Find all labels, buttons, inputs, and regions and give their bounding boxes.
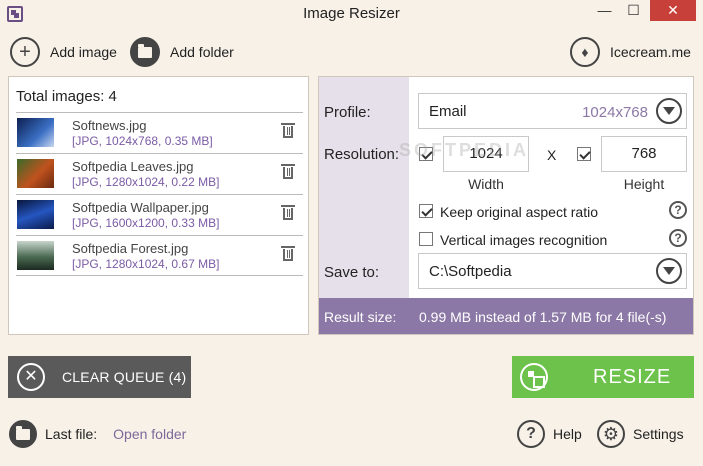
plus-icon: +: [10, 37, 40, 67]
trash-icon[interactable]: [281, 123, 295, 139]
thumbnail: [17, 118, 54, 147]
folder-icon: [9, 420, 37, 448]
add-folder-button[interactable]: Add folder: [130, 37, 234, 67]
height-label: Height: [623, 176, 665, 192]
resize-label: RESIZE: [593, 365, 672, 388]
app-window: Image Resizer — ☐ ✕ + Add image Add fold…: [0, 0, 703, 466]
profile-select[interactable]: Email 1024x768: [418, 93, 687, 129]
resolution-label: Resolution:: [324, 146, 400, 163]
gear-icon: ⚙: [597, 420, 625, 448]
open-folder-link[interactable]: Open folder: [113, 426, 186, 442]
file-list-panel: Total images: 4 Softnews.jpg [JPG, 1024x…: [8, 76, 309, 335]
save-location-select[interactable]: C:\Softpedia: [418, 253, 687, 289]
profile-value: Email: [429, 103, 467, 120]
file-name: Softpedia Leaves.jpg: [72, 159, 194, 174]
add-image-label: Add image: [50, 44, 117, 60]
resize-button[interactable]: RESIZE: [512, 356, 694, 398]
keep-aspect-checkbox[interactable]: [419, 204, 433, 218]
close-icon: ✕: [17, 363, 45, 391]
chevron-down-icon[interactable]: [656, 98, 682, 124]
icecream-label: Icecream.me: [610, 44, 691, 60]
width-label: Width: [468, 176, 504, 192]
thumbnail: [17, 241, 54, 270]
help-button[interactable]: ? Help: [517, 420, 582, 448]
vertical-recognition-label: Vertical images recognition: [440, 232, 608, 248]
settings-button[interactable]: ⚙ Settings: [597, 420, 684, 448]
list-item[interactable]: Softpedia Wallpaper.jpg [JPG, 1600x1200,…: [16, 194, 303, 235]
result-bar: Result size: 0.99 MB instead of 1.57 MB …: [319, 298, 693, 334]
file-name: Softpedia Forest.jpg: [72, 241, 189, 256]
save-location-value: C:\Softpedia: [429, 263, 512, 280]
clear-queue-label: CLEAR QUEUE (4): [62, 369, 187, 385]
minimize-button[interactable]: —: [590, 0, 619, 21]
file-meta: [JPG, 1024x768, 0.35 MB]: [72, 134, 213, 148]
clear-queue-button[interactable]: ✕ CLEAR QUEUE (4): [8, 356, 191, 398]
last-file: Last file: Open folder: [9, 420, 186, 448]
add-folder-label: Add folder: [170, 44, 234, 60]
trash-icon[interactable]: [281, 205, 295, 221]
resize-icon: [520, 363, 548, 391]
total-images: Total images: 4: [16, 88, 117, 105]
file-name: Softpedia Wallpaper.jpg: [72, 200, 209, 215]
file-meta: [JPG, 1600x1200, 0.33 MB]: [72, 216, 220, 230]
watermark: SOFTPEDIA: [399, 140, 530, 160]
chevron-down-icon[interactable]: [656, 258, 682, 284]
help-label: Help: [553, 426, 582, 442]
file-list: Softnews.jpg [JPG, 1024x768, 0.35 MB] So…: [16, 112, 303, 276]
settings-label: Settings: [633, 426, 684, 442]
thumbnail: [17, 159, 54, 188]
help-icon[interactable]: ?: [669, 201, 687, 219]
title-bar: Image Resizer — ☐ ✕: [0, 0, 703, 28]
help-icon[interactable]: ?: [669, 229, 687, 247]
list-item[interactable]: Softpedia Forest.jpg [JPG, 1280x1024, 0.…: [16, 235, 303, 276]
help-icon: ?: [517, 420, 545, 448]
keep-aspect-label: Keep original aspect ratio: [440, 204, 598, 220]
file-name: Softnews.jpg: [72, 118, 147, 133]
trash-icon[interactable]: [281, 164, 295, 180]
folder-icon: [130, 37, 160, 67]
profile-label: Profile:: [324, 104, 371, 121]
list-item[interactable]: Softnews.jpg [JPG, 1024x768, 0.35 MB]: [16, 112, 303, 153]
trash-icon[interactable]: [281, 246, 295, 262]
height-checkbox[interactable]: [577, 147, 591, 161]
list-item[interactable]: Softpedia Leaves.jpg [JPG, 1280x1024, 0.…: [16, 153, 303, 194]
add-image-button[interactable]: + Add image: [10, 37, 117, 67]
settings-panel: Profile: Email 1024x768 Resolution: 1024…: [318, 76, 694, 335]
profile-hint: 1024x768: [582, 104, 648, 121]
result-value: 0.99 MB instead of 1.57 MB for 4 file(-s…: [419, 309, 667, 325]
vertical-recognition-checkbox[interactable]: [419, 232, 433, 246]
file-meta: [JPG, 1280x1024, 0.67 MB]: [72, 257, 220, 271]
file-meta: [JPG, 1280x1024, 0.22 MB]: [72, 175, 220, 189]
icecream-link[interactable]: ♦ Icecream.me: [570, 37, 691, 67]
height-input[interactable]: 768: [601, 136, 687, 172]
maximize-button[interactable]: ☐: [619, 0, 648, 21]
result-label: Result size:: [324, 309, 397, 325]
thumbnail: [17, 200, 54, 229]
close-button[interactable]: ✕: [650, 0, 696, 21]
resolution-separator: X: [547, 147, 557, 163]
last-file-label: Last file:: [45, 426, 98, 442]
save-to-label: Save to:: [324, 264, 380, 281]
icecream-icon: ♦: [570, 37, 600, 67]
